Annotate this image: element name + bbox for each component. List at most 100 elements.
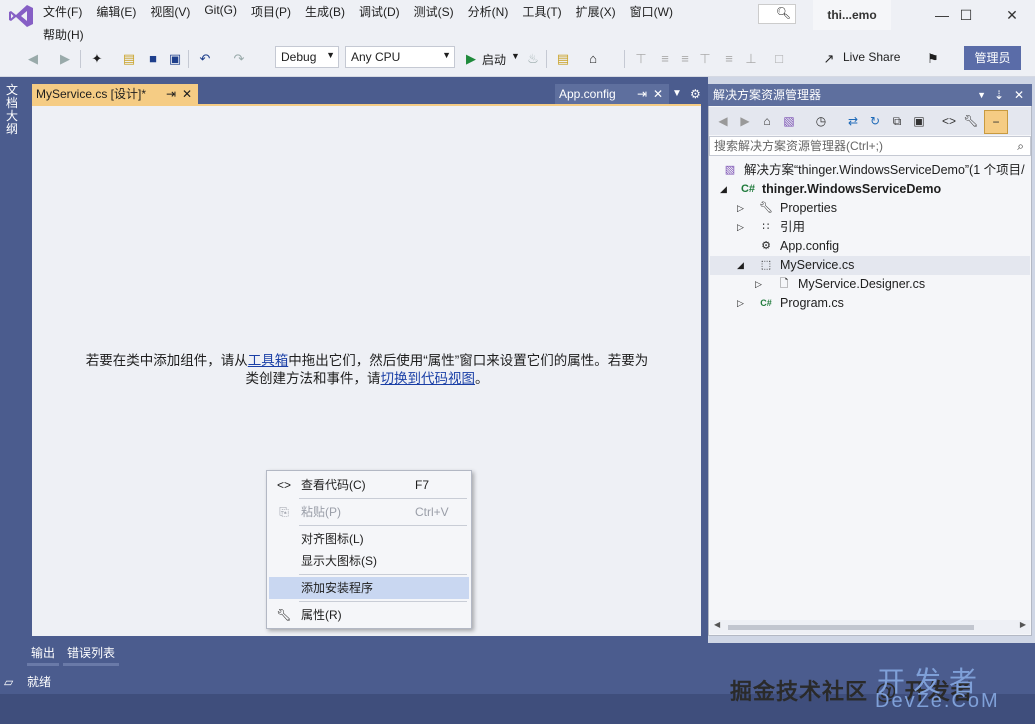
forward-icon[interactable]: ▶: [736, 112, 754, 130]
menu-item-show-large-icons[interactable]: 显示大图标(S): [269, 550, 469, 572]
pending-changes-filter-icon[interactable]: ◷: [812, 112, 830, 130]
scroll-left-icon[interactable]: ◀: [714, 620, 720, 629]
tree-node-myservice-designer[interactable]: ▷ 🗋︎ MyService.Designer.cs: [710, 275, 1030, 294]
tree-node-project[interactable]: ◢ C# thinger.WindowsServiceDemo: [710, 180, 1030, 199]
solution-configuration-dropdown[interactable]: Debug ▼: [275, 46, 339, 68]
home-icon[interactable]: ⌂: [758, 112, 776, 130]
menu-help[interactable]: 帮助(H): [36, 23, 91, 43]
menu-item-paste[interactable]: ⎘ 粘贴(P) Ctrl+V: [269, 501, 469, 523]
horizontal-scrollbar[interactable]: ◀ ▶: [710, 620, 1030, 634]
browse-folder-icon[interactable]: ▤: [554, 50, 572, 68]
solution-search-input[interactable]: 搜索解决方案资源管理器(Ctrl+;) ⌕: [709, 136, 1031, 156]
menu-item-view-code[interactable]: <> 查看代码(C) F7: [269, 474, 469, 496]
close-icon[interactable]: ✕: [182, 84, 192, 104]
tree-node-solution[interactable]: ▧ 解决方案“thinger.WindowsServiceDemo”(1 个项目…: [710, 161, 1030, 180]
gear-icon[interactable]: ⚙: [690, 84, 701, 104]
menu-extensions[interactable]: 扩展(X): [569, 0, 623, 22]
menu-debug[interactable]: 调试(D): [352, 0, 407, 22]
close-window-button[interactable]: ✕: [989, 0, 1035, 30]
menu-view[interactable]: 视图(V): [143, 0, 197, 22]
align-left-icon[interactable]: ⊤: [632, 50, 650, 68]
scrollbar-thumb[interactable]: [728, 625, 974, 630]
tree-node-program[interactable]: ▷ C# Program.cs: [710, 294, 1030, 313]
auto-hide-pin-icon[interactable]: ⇣: [994, 84, 1004, 106]
new-item-icon[interactable]: ✦: [88, 50, 106, 68]
start-button-label[interactable]: 启动: [482, 51, 506, 68]
visual-studio-logo-icon: [9, 5, 33, 27]
back-icon[interactable]: ◀: [24, 50, 42, 68]
redo-icon[interactable]: ↷: [230, 50, 248, 68]
browser-link-icon[interactable]: ⌂: [584, 50, 602, 68]
align-right-icon[interactable]: ≡: [676, 50, 694, 68]
menu-item-align-icons[interactable]: 对齐图标(L): [269, 528, 469, 550]
menu-file[interactable]: 文件(F): [36, 0, 89, 22]
start-icon[interactable]: ▶: [462, 50, 480, 68]
expand-arrow-icon[interactable]: ▷: [755, 275, 765, 294]
menu-analyze[interactable]: 分析(N): [461, 0, 516, 22]
tab-myservice-design[interactable]: MyService.cs [设计]* ⇥ ✕: [32, 84, 198, 104]
sync-icon[interactable]: ⇄: [844, 112, 862, 130]
save-icon[interactable]: ■: [144, 50, 162, 68]
save-all-icon[interactable]: ▣: [166, 50, 184, 68]
pin-icon[interactable]: ⇥: [166, 84, 176, 104]
tree-node-properties[interactable]: ▷ 🔧︎ Properties: [710, 199, 1030, 218]
tab-list-dropdown-icon[interactable]: ▼: [672, 84, 682, 104]
solution-platform-dropdown[interactable]: Any CPU ▼: [345, 46, 455, 68]
tree-node-references[interactable]: ▷ ∷ 引用: [710, 218, 1030, 237]
close-icon[interactable]: ✕: [1014, 84, 1024, 106]
start-dropdown-icon[interactable]: ▼: [511, 51, 520, 61]
menu-edit[interactable]: 编辑(E): [89, 0, 143, 22]
configuration-value: Debug: [281, 50, 317, 64]
menu-project[interactable]: 项目(P): [244, 0, 298, 22]
preview-selected-items-icon[interactable]: −: [984, 110, 1008, 134]
pin-icon[interactable]: ⇥: [637, 84, 647, 104]
refresh-icon[interactable]: ↻: [866, 112, 884, 130]
collapse-arrow-icon[interactable]: ◢: [737, 256, 747, 275]
collapse-all-icon[interactable]: ⧉: [888, 112, 906, 130]
menu-window[interactable]: 窗口(W): [623, 0, 680, 22]
menu-tools[interactable]: 工具(T): [515, 0, 568, 22]
menu-build[interactable]: 生成(B): [298, 0, 352, 22]
collapse-arrow-icon[interactable]: ◢: [720, 180, 730, 199]
live-share-button[interactable]: Live Share: [843, 50, 900, 64]
tab-output[interactable]: 输出: [27, 643, 60, 666]
properties-wrench-icon[interactable]: 🔧︎: [962, 112, 980, 130]
undo-icon[interactable]: ↶: [196, 50, 214, 68]
align-middle-icon[interactable]: ≡: [720, 50, 738, 68]
menu-test[interactable]: 测试(S): [407, 0, 461, 22]
expand-arrow-icon[interactable]: ▷: [737, 294, 747, 313]
document-outline-tab[interactable]: 文档大纲: [6, 84, 20, 136]
tree-node-myservice[interactable]: ◢ ⬚ MyService.cs: [710, 256, 1030, 275]
hot-reload-icon[interactable]: ♨: [524, 50, 542, 68]
same-size-icon[interactable]: □: [770, 50, 788, 68]
csharp-project-icon: C#: [740, 183, 756, 195]
tab-app-config[interactable]: App.config ⇥ ✕: [555, 84, 669, 104]
menu-item-add-installer[interactable]: 添加安装程序: [269, 577, 469, 599]
forward-icon[interactable]: ▶: [56, 50, 74, 68]
admin-badge[interactable]: 管理员: [964, 46, 1021, 70]
menu-item-properties[interactable]: 🔧︎ 属性(R): [269, 604, 469, 626]
scroll-right-icon[interactable]: ▶: [1020, 620, 1026, 629]
feedback-icon[interactable]: ⚑: [924, 50, 942, 68]
maximize-button[interactable]: ☐: [943, 0, 989, 30]
switch-to-code-view-link[interactable]: 切换到代码视图: [381, 371, 476, 386]
menu-git[interactable]: Git(G): [197, 0, 244, 22]
menu-separator: [299, 574, 467, 575]
show-all-files-icon[interactable]: ▣: [910, 112, 928, 130]
tab-error-list[interactable]: 错误列表: [63, 643, 120, 666]
align-top-icon[interactable]: ⊤: [696, 50, 714, 68]
view-code-icon[interactable]: <>: [940, 112, 958, 130]
align-bottom-icon[interactable]: ⊥: [742, 50, 760, 68]
global-search-box[interactable]: 🔍︎: [758, 4, 796, 24]
expand-arrow-icon[interactable]: ▷: [737, 218, 747, 237]
switch-views-icon[interactable]: ▧: [780, 112, 798, 130]
close-icon[interactable]: ✕: [653, 84, 663, 104]
back-icon[interactable]: ◀: [714, 112, 732, 130]
open-folder-icon[interactable]: ▤: [120, 50, 138, 68]
live-share-icon[interactable]: ↗: [820, 50, 838, 68]
tree-node-app-config[interactable]: ⚙ App.config: [710, 237, 1030, 256]
align-center-icon[interactable]: ≡: [656, 50, 674, 68]
toolbox-link[interactable]: 工具箱: [248, 353, 289, 368]
window-position-dropdown-icon[interactable]: ▼: [977, 84, 986, 106]
expand-arrow-icon[interactable]: ▷: [737, 199, 747, 218]
